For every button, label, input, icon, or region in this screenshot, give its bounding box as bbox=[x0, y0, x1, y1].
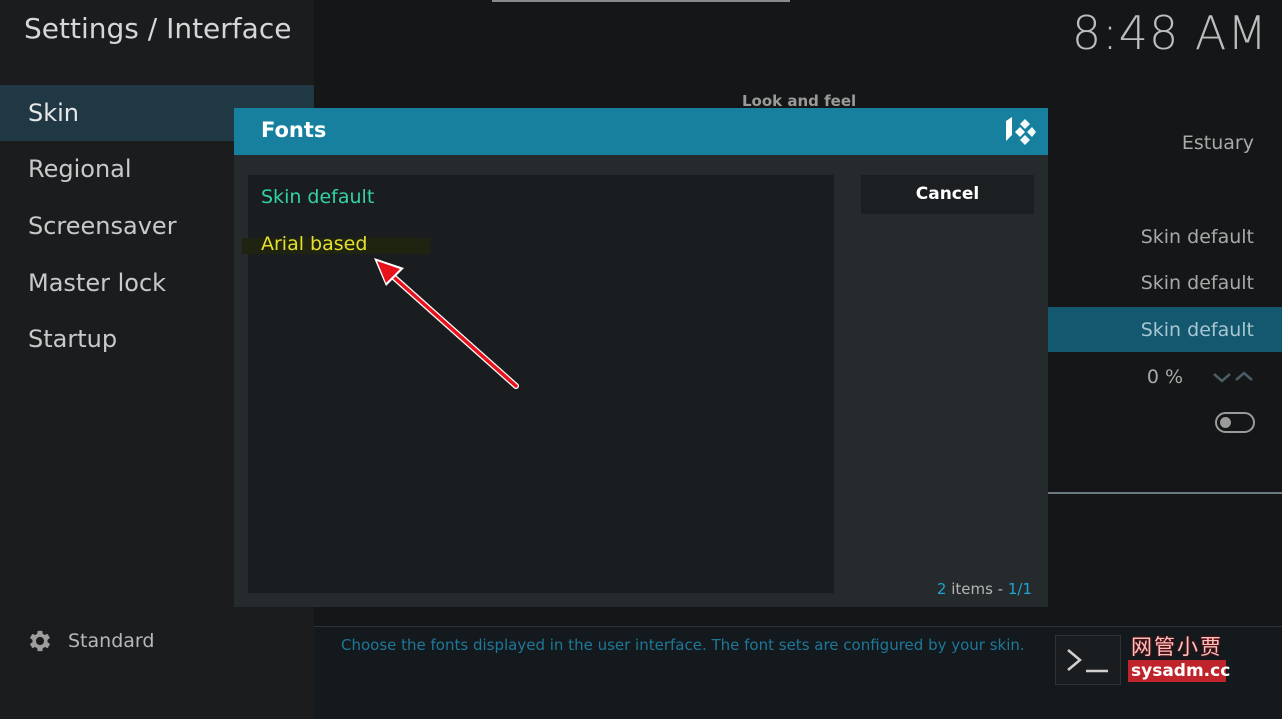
dialog-header: Fonts bbox=[234, 108, 1048, 155]
top-divider bbox=[492, 0, 790, 2]
gear-icon bbox=[29, 630, 51, 652]
setting-value-zoom[interactable]: 0 % bbox=[1147, 366, 1183, 388]
spinner-arrows-icon[interactable] bbox=[1212, 368, 1256, 386]
watermark-cn: 网管小贾 bbox=[1131, 635, 1223, 659]
clock: 8:48 AM bbox=[1071, 6, 1268, 60]
item-count-label: items - bbox=[946, 580, 1008, 598]
watermark-en: sysadm.cc bbox=[1128, 660, 1230, 682]
settings-level-button[interactable]: Standard bbox=[26, 624, 154, 658]
kodi-logo-icon bbox=[1006, 117, 1036, 145]
list-item-skin-default[interactable]: Skin default bbox=[261, 186, 374, 208]
fonts-dialog: Fonts Skin default Arial based Cancel 2 … bbox=[234, 108, 1048, 607]
setting-value-fonts[interactable]: Skin default bbox=[1141, 319, 1254, 341]
list-item-arial-based[interactable]: Arial based bbox=[261, 233, 367, 255]
watermark-logo: 网管小贾 sysadm.cc bbox=[1128, 634, 1230, 682]
toggle-switch[interactable] bbox=[1215, 412, 1255, 433]
help-text: Choose the fonts displayed in the user i… bbox=[341, 636, 1025, 654]
item-count-number: 2 bbox=[936, 580, 947, 598]
setting-value-skin[interactable]: Estuary bbox=[1182, 132, 1254, 154]
terminal-icon bbox=[1055, 635, 1121, 685]
settings-level-label: Standard bbox=[68, 630, 155, 652]
setting-value[interactable]: Skin default bbox=[1141, 272, 1254, 294]
setting-value[interactable]: Skin default bbox=[1141, 226, 1254, 248]
cancel-button[interactable]: Cancel bbox=[861, 175, 1034, 214]
page-title: Settings / Interface bbox=[24, 12, 292, 45]
dialog-title: Fonts bbox=[261, 118, 327, 142]
annotation-arrow-icon bbox=[374, 258, 519, 389]
divider bbox=[1048, 492, 1282, 494]
item-count-page: 1/1 bbox=[1007, 580, 1032, 598]
item-count: 2 items - 1/1 bbox=[937, 580, 1032, 598]
